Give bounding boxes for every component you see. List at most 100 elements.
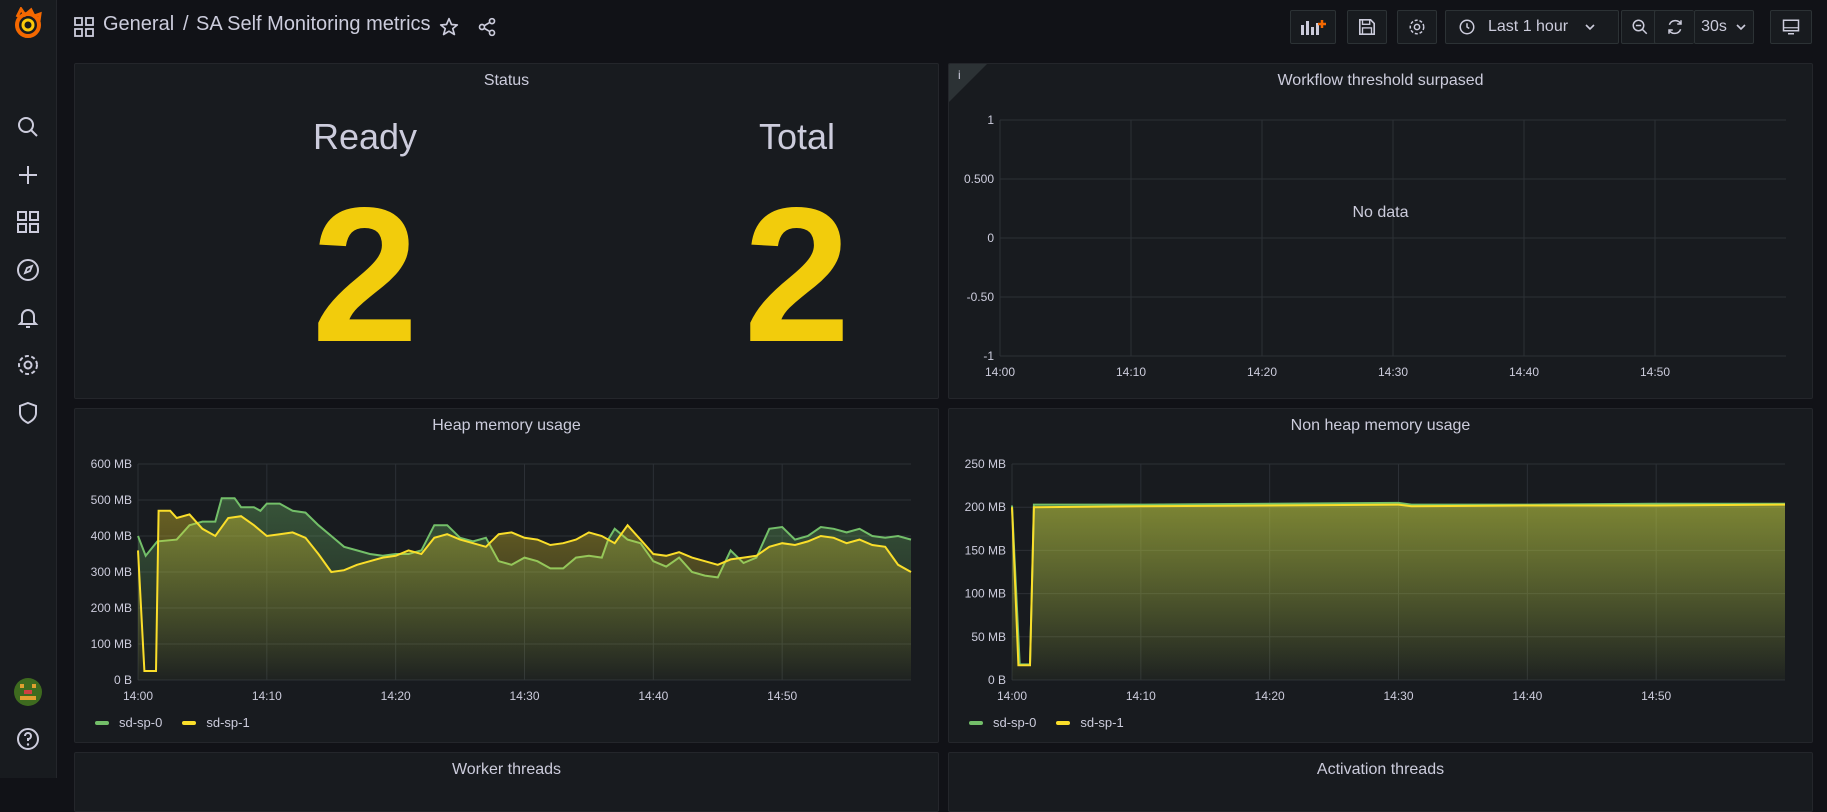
non-heap-memory-panel: Non heap memory usage 0 B 50 MB 100 MB 150 …	[948, 408, 1813, 743]
dashboards-grid-icon	[74, 17, 94, 42]
legend-item-sd-sp-0[interactable]: sd-sp-0	[95, 715, 162, 730]
add-panel-button[interactable]	[1290, 10, 1336, 44]
y-tick-label: 100 MB	[91, 637, 132, 651]
legend-item-sd-sp-1[interactable]: sd-sp-1	[1056, 715, 1124, 730]
y-tick-label: 50 MB	[971, 630, 1006, 644]
y-tick-label: 1	[987, 113, 994, 127]
save-dashboard-button[interactable]	[1347, 10, 1387, 44]
add-panel-icon	[1301, 20, 1326, 35]
legend-swatch	[969, 720, 983, 725]
breadcrumb-folder[interactable]: General	[103, 13, 174, 36]
workflow-panel: i Workflow threshold surpased 1 0.500 0 -0.…	[948, 63, 1813, 399]
status-panel: Status Ready 2 Total 2	[74, 63, 939, 399]
grafana-logo[interactable]	[8, 4, 48, 44]
x-tick-label: 14:40	[638, 689, 668, 703]
top-navbar: General / SA Self Monitoring metrics Las…	[57, 0, 1827, 54]
panel-title[interactable]: Worker threads	[75, 761, 938, 779]
legend-swatch	[182, 720, 197, 725]
shield-icon[interactable]	[8, 393, 48, 433]
activation-threads-panel: Activation threads	[948, 752, 1813, 812]
x-tick-label: 14:40	[1512, 689, 1542, 703]
chart-legend: sd-sp-0 sd-sp-1	[969, 715, 1144, 730]
breadcrumb-separator: /	[183, 13, 189, 35]
y-tick-label: 200 MB	[91, 601, 132, 615]
panel-title[interactable]: Status	[75, 72, 938, 90]
legend-label: sd-sp-0	[993, 715, 1037, 730]
series-area-sd-sp-1	[1012, 504, 1785, 680]
dashboards-icon[interactable]	[8, 202, 48, 242]
time-range-label: Last 1 hour	[1488, 18, 1569, 35]
x-tick-label: 14:10	[252, 689, 282, 703]
explore-icon[interactable]	[8, 250, 48, 290]
side-menu	[0, 0, 57, 778]
non-heap-memory-chart: 0 B 50 MB 100 MB 150 MB 200 MB 250 MB 14:00 14:…	[965, 457, 1786, 703]
y-tick-label: 200 MB	[965, 500, 1006, 514]
chevron-down-icon	[1736, 24, 1746, 31]
save-icon	[1358, 18, 1376, 36]
y-tick-label: 0 B	[114, 673, 132, 687]
y-tick-label: 100 MB	[965, 587, 1006, 601]
share-icon[interactable]	[477, 17, 497, 42]
y-tick-label: 150 MB	[965, 543, 1006, 557]
heap-memory-panel: Heap memory usage 0 B 100 MB 200 MB 300 MB 4…	[74, 408, 939, 743]
y-tick-label: 500 MB	[91, 493, 132, 507]
stat-total-label: Total	[758, 116, 836, 157]
y-tick-label: 400 MB	[91, 529, 132, 543]
y-tick-label: -1	[983, 349, 994, 363]
stat-total-value: 2	[743, 167, 851, 382]
x-tick-label: 14:00	[123, 689, 153, 703]
chart-legend: sd-sp-0 sd-sp-1	[95, 715, 270, 730]
legend-label: sd-sp-1	[1080, 715, 1124, 730]
avatar[interactable]	[8, 672, 48, 712]
panel-title[interactable]: Activation threads	[949, 761, 1812, 779]
x-tick-label: 14:00	[985, 365, 1015, 379]
no-data-message: No data	[1352, 204, 1409, 221]
legend-swatch	[95, 720, 109, 725]
chevron-down-icon	[1585, 24, 1595, 31]
dashboard-settings-button[interactable]	[1397, 10, 1437, 44]
plus-icon[interactable]	[8, 155, 48, 195]
gear-icon	[1409, 19, 1425, 35]
x-tick-label: 14:20	[381, 689, 411, 703]
alerting-icon[interactable]	[8, 297, 48, 337]
clock-icon	[1459, 19, 1475, 35]
star-icon[interactable]	[439, 17, 459, 42]
y-tick-label: -0.50	[967, 290, 995, 304]
legend-label: sd-sp-1	[206, 715, 250, 730]
x-tick-label: 14:30	[1383, 689, 1413, 703]
legend-item-sd-sp-0[interactable]: sd-sp-0	[969, 715, 1036, 730]
worker-threads-panel: Worker threads	[74, 752, 939, 812]
legend-swatch	[1056, 720, 1071, 725]
y-tick-label: 250 MB	[965, 457, 1006, 471]
y-tick-label: 0.500	[964, 172, 994, 186]
monitor-icon	[1782, 19, 1800, 35]
refresh-icon	[1667, 19, 1682, 35]
refresh-button[interactable]	[1654, 10, 1694, 44]
x-tick-label: 14:30	[1378, 365, 1408, 379]
y-tick-label: 300 MB	[91, 565, 132, 579]
x-tick-label: 14:40	[1509, 365, 1539, 379]
x-tick-label: 14:50	[1640, 365, 1670, 379]
stat-ready-value: 2	[311, 167, 419, 382]
legend-item-sd-sp-1[interactable]: sd-sp-1	[182, 715, 250, 730]
x-tick-label: 14:30	[509, 689, 539, 703]
refresh-interval-label: 30s	[1701, 18, 1727, 35]
help-icon[interactable]	[8, 719, 48, 759]
y-tick-label: 0	[987, 231, 994, 245]
x-tick-label: 14:10	[1126, 689, 1156, 703]
tv-mode-button[interactable]	[1770, 10, 1812, 44]
x-tick-label: 14:20	[1255, 689, 1285, 703]
refresh-interval-picker[interactable]: 30s	[1694, 10, 1754, 44]
workflow-chart: 1 0.500 0 -0.50 -1 14:00 14:10 14:20 14:30 14:40 1…	[964, 113, 1786, 379]
x-tick-label: 14:00	[997, 689, 1027, 703]
stat-ready-label: Ready	[312, 116, 418, 157]
time-range-picker[interactable]: Last 1 hour	[1445, 10, 1619, 44]
page-title[interactable]: SA Self Monitoring metrics	[196, 13, 431, 36]
x-tick-label: 14:50	[767, 689, 797, 703]
x-tick-label: 14:50	[1641, 689, 1671, 703]
configuration-icon[interactable]	[8, 345, 48, 385]
y-tick-label: 0 B	[988, 673, 1006, 687]
y-tick-label: 600 MB	[91, 457, 132, 471]
search-icon[interactable]	[8, 107, 48, 147]
heap-memory-chart: 0 B 100 MB 200 MB 300 MB 400 MB 500 MB 600 MB 1…	[91, 457, 912, 703]
